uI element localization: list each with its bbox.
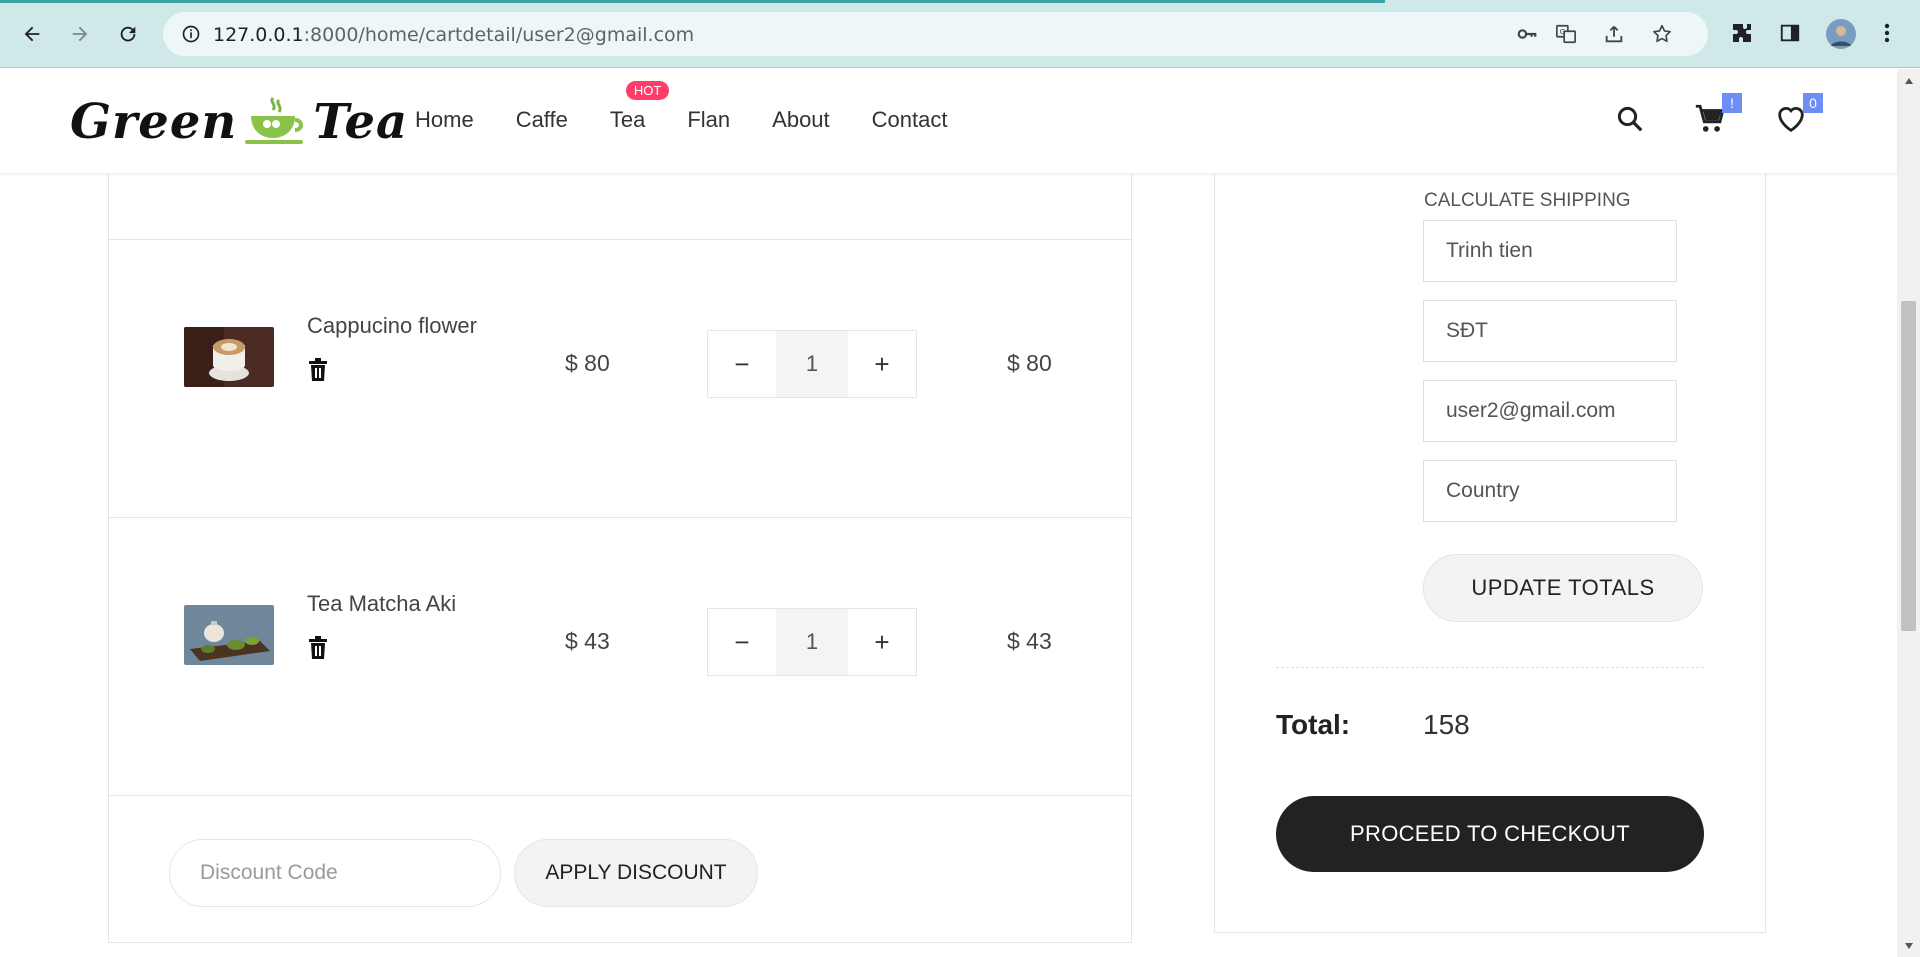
menu-item-home[interactable]: Home (415, 107, 474, 133)
phone-field[interactable] (1423, 300, 1677, 362)
cart-icon[interactable]: ! (1690, 93, 1742, 139)
quantity-stepper: − 1 + (707, 330, 917, 398)
product-price: $ 80 (565, 350, 610, 376)
menu-item-label: Contact (871, 107, 948, 132)
wishlist-count-badge: 0 (1803, 93, 1823, 113)
site-logo[interactable]: Green Tea (70, 87, 408, 157)
quantity-stepper: − 1 + (707, 608, 917, 676)
product-name[interactable]: Tea Matcha Aki (307, 591, 456, 617)
apply-discount-button[interactable]: APPLY DISCOUNT (514, 839, 758, 907)
total-amount: 158 (1423, 709, 1470, 740)
site-info-icon[interactable] (179, 22, 203, 46)
url-text[interactable]: 127.0.0.1:8000/home/cartdetail/user2@gma… (213, 24, 694, 46)
browser-toolbar: 127.0.0.1:8000/home/cartdetail/user2@gma… (0, 0, 1920, 68)
menu-item-label: Caffe (515, 107, 568, 132)
calculate-shipping-heading: CALCULATE SHIPPING (1424, 190, 1631, 211)
cart-totals-panel: CALCULATE SHIPPING UPDATE TOTALS Total: … (1214, 173, 1766, 933)
wishlist-heart-icon[interactable]: 0 (1771, 93, 1823, 139)
key-icon[interactable] (1515, 22, 1539, 46)
row-divider (109, 795, 1131, 796)
decrease-quantity-button[interactable]: − (708, 609, 776, 675)
page-scrollbar[interactable] (1897, 69, 1920, 957)
profile-avatar[interactable] (1825, 18, 1857, 50)
menu-item-label: About (772, 107, 830, 132)
update-totals-button[interactable]: UPDATE TOTALS (1423, 554, 1703, 622)
main-menu: Home Caffe HOT Tea Flan About Contact (415, 81, 989, 133)
url-host: 127.0.0.1 (213, 24, 304, 46)
bookmark-star-icon[interactable] (1650, 22, 1674, 46)
menu-item-tea[interactable]: HOT Tea (609, 81, 670, 133)
product-thumbnail[interactable] (184, 605, 274, 665)
scroll-up-icon[interactable] (1902, 74, 1915, 87)
menu-item-label: Tea (609, 107, 646, 132)
proceed-to-checkout-button[interactable]: PROCEED TO CHECKOUT (1276, 796, 1704, 872)
url-path: :8000/home/cartdetail/user2@gmail.com (303, 24, 695, 46)
quantity-input[interactable]: 1 (776, 609, 848, 675)
menu-item-label: Flan (687, 107, 731, 132)
cart-table: Cappucino flower $ 80 − 1 + $ 80 Tea Mat… (108, 173, 1132, 943)
page-load-progress (0, 0, 1385, 3)
menu-item-label: Home (415, 107, 474, 132)
trash-icon[interactable] (307, 358, 331, 384)
site-header: Green Tea Home Caffe HOT Tea Flan About … (0, 69, 1897, 173)
search-icon[interactable] (1610, 99, 1650, 139)
product-price: $ 43 (565, 628, 610, 654)
forward-icon[interactable] (64, 18, 96, 50)
menu-item-contact[interactable]: Contact (872, 107, 948, 133)
logo-text-left: Green (70, 94, 238, 150)
product-thumbnail[interactable] (184, 327, 274, 387)
trash-icon[interactable] (307, 636, 331, 662)
discount-code-input[interactable] (169, 839, 501, 907)
share-icon[interactable] (1602, 22, 1626, 46)
reload-icon[interactable] (112, 18, 144, 50)
browser-menu-icon[interactable] (1874, 20, 1900, 46)
cart-row: Tea Matcha Aki $ 43 − 1 + $ 43 (109, 518, 1131, 795)
logo-text-right: Tea (313, 94, 409, 150)
totals-divider (1276, 667, 1704, 668)
menu-item-about[interactable]: About (772, 107, 830, 133)
scroll-down-icon[interactable] (1902, 939, 1915, 952)
back-icon[interactable] (16, 18, 48, 50)
side-panel-icon[interactable] (1777, 20, 1803, 46)
product-subtotal: $ 80 (1007, 350, 1052, 376)
hot-badge: HOT (625, 81, 670, 100)
total-label: Total: (1276, 709, 1351, 740)
increase-quantity-button[interactable]: + (848, 331, 916, 397)
translate-icon[interactable]: G (1554, 22, 1578, 46)
tea-cup-logo-icon (245, 96, 304, 144)
quantity-input[interactable]: 1 (776, 331, 848, 397)
increase-quantity-button[interactable]: + (848, 609, 916, 675)
address-bar[interactable]: 127.0.0.1:8000/home/cartdetail/user2@gma… (163, 12, 1708, 56)
cart-count-badge: ! (1722, 93, 1742, 113)
product-name[interactable]: Cappucino flower (307, 313, 477, 339)
svg-text:G: G (1560, 27, 1566, 36)
email-field[interactable] (1423, 380, 1677, 442)
menu-item-caffe[interactable]: Caffe (516, 107, 568, 133)
country-field[interactable] (1423, 460, 1677, 522)
scrollbar-thumb[interactable] (1901, 301, 1916, 631)
cart-row: Cappucino flower $ 80 − 1 + $ 80 (109, 240, 1131, 517)
name-field[interactable] (1423, 220, 1677, 282)
product-subtotal: $ 43 (1007, 628, 1052, 654)
decrease-quantity-button[interactable]: − (708, 331, 776, 397)
menu-item-flan[interactable]: Flan (687, 107, 730, 133)
extensions-icon[interactable] (1729, 20, 1755, 46)
